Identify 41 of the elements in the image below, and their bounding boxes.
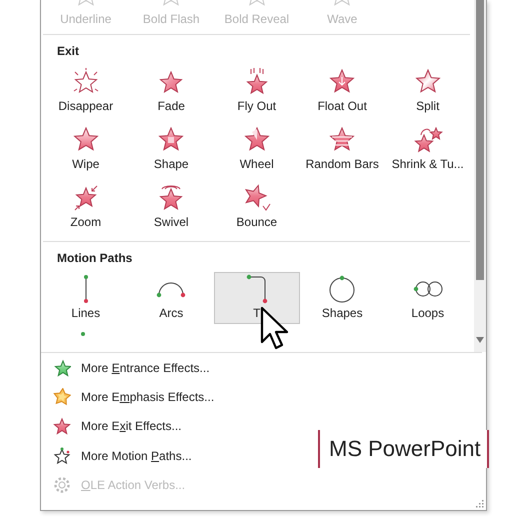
menu-item[interactable]: More Emphasis Effects... bbox=[41, 382, 218, 412]
effect-option[interactable]: Shapes bbox=[300, 272, 385, 324]
effect-option[interactable]: Fly Out bbox=[214, 65, 300, 117]
section-heading: Motion Paths bbox=[56, 250, 134, 267]
effect-option[interactable]: Split bbox=[385, 65, 470, 117]
star-icon bbox=[53, 446, 71, 465]
effect-option[interactable]: Float Out bbox=[300, 65, 385, 117]
effect-option[interactable]: Wipe bbox=[43, 123, 128, 175]
line-path-icon bbox=[82, 274, 89, 304]
effect-option[interactable]: Bounce bbox=[214, 181, 300, 233]
star-icon bbox=[53, 388, 71, 406]
menu-item[interactable]: More Motion Paths... bbox=[41, 440, 196, 470]
arc-path-icon bbox=[156, 280, 186, 298]
menu-item[interactable]: More Exit Effects... bbox=[41, 412, 186, 441]
path-icon bbox=[81, 332, 85, 336]
menu-item[interactable]: More Entrance Effects... bbox=[41, 353, 214, 382]
effect-option[interactable]: Loops bbox=[385, 272, 470, 324]
scrollbar-thumb[interactable] bbox=[476, 0, 484, 280]
turn-path-icon bbox=[246, 274, 268, 304]
star-icon bbox=[53, 417, 71, 436]
effect-option[interactable]: Shape bbox=[128, 123, 214, 175]
scroll-down-icon[interactable] bbox=[475, 336, 485, 344]
effect-option[interactable]: Swivel bbox=[128, 181, 214, 233]
effect-option[interactable]: Wheel bbox=[214, 123, 300, 175]
resize-grip-icon[interactable] bbox=[476, 500, 484, 508]
cursor-icon bbox=[260, 306, 290, 352]
caption-label: MS PowerPoint bbox=[318, 430, 489, 468]
effect-option[interactable]: Lines bbox=[43, 272, 128, 324]
effect-option[interactable]: Fade bbox=[128, 65, 214, 117]
effect-option[interactable]: T bbox=[214, 272, 300, 324]
section-heading: Exit bbox=[56, 43, 80, 60]
gear-icon bbox=[53, 476, 71, 494]
loop-path-icon bbox=[412, 281, 443, 297]
scrollbar[interactable] bbox=[474, 0, 486, 352]
effect-option[interactable]: Arcs bbox=[128, 272, 214, 324]
effect-option[interactable]: Random Bars bbox=[300, 123, 385, 175]
effect-option[interactable]: Disappear bbox=[43, 65, 128, 117]
effect-option[interactable]: Zoom bbox=[43, 181, 128, 233]
star-icon bbox=[53, 358, 71, 377]
effect-option[interactable]: Shrink & Tu... bbox=[385, 123, 470, 175]
circle-path-icon bbox=[329, 275, 356, 303]
